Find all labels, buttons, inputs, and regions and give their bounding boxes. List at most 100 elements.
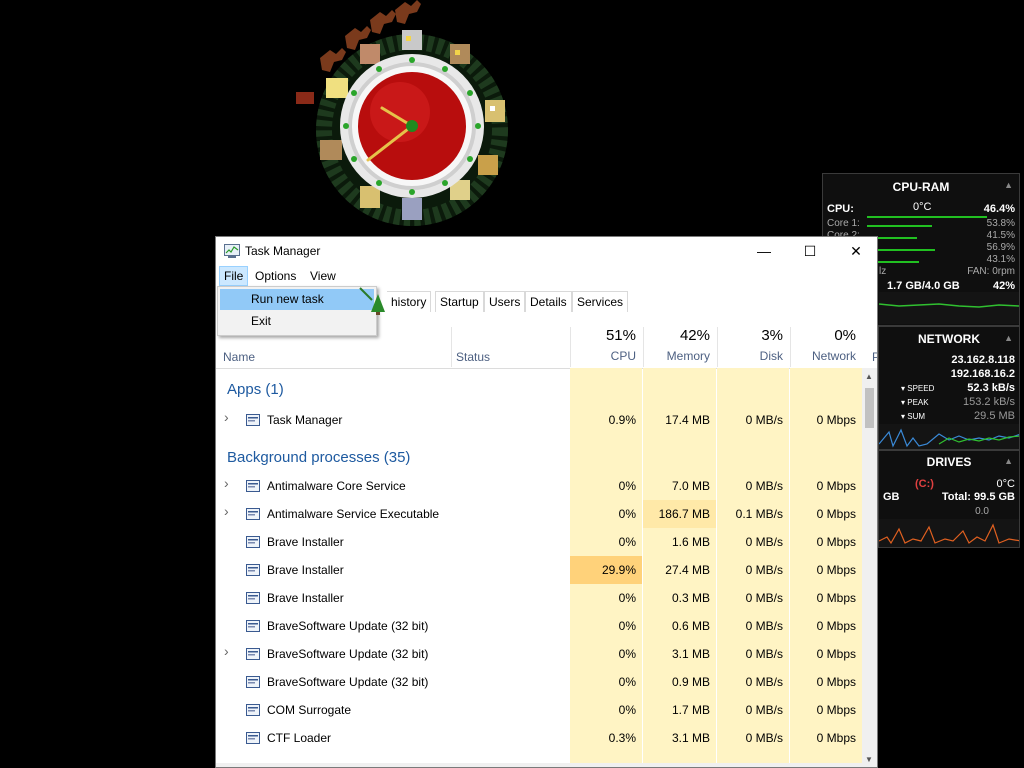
- tab-users[interactable]: Users: [484, 291, 526, 312]
- scroll-thumb[interactable]: [865, 388, 874, 428]
- tree-cursor-icon: [359, 287, 385, 315]
- network-column-header[interactable]: 0% Network: [790, 313, 862, 368]
- ram-value: 1.7 GB/4.0 GB: [887, 280, 960, 292]
- process-cpu-value: 0%: [618, 479, 636, 493]
- process-memory-value: 1.7 MB: [671, 703, 710, 717]
- exit-item[interactable]: Exit: [220, 311, 374, 332]
- collapse-icon[interactable]: ▲: [1004, 333, 1013, 343]
- title-bar[interactable]: Task Manager — ☐ ✕: [216, 237, 877, 265]
- collapse-icon[interactable]: ▲: [1004, 180, 1013, 190]
- process-icon: [246, 620, 260, 632]
- vertical-scrollbar[interactable]: ▲ ▼: [862, 368, 877, 767]
- process-network-value: 0 Mbps: [816, 591, 856, 605]
- tab-startup[interactable]: Startup: [435, 291, 484, 312]
- process-row[interactable]: › Antimalware Core Service 0% 7.0 MB 0 MB/s 0…: [216, 472, 862, 500]
- process-icon: [246, 536, 260, 548]
- process-icon: [246, 704, 260, 716]
- close-button[interactable]: ✕: [833, 237, 877, 265]
- process-icon: [246, 676, 260, 688]
- process-disk-value: 0 MB/s: [745, 647, 783, 661]
- menu-view[interactable]: View: [306, 267, 340, 285]
- process-disk-value: 0 MB/s: [745, 619, 783, 633]
- tab-details[interactable]: Details: [525, 291, 572, 312]
- cpu-value: 46.4%: [983, 203, 1015, 215]
- background-group-header: Background processes (35): [227, 449, 411, 466]
- menu-file[interactable]: File: [219, 266, 249, 286]
- process-name: Antimalware Core Service: [267, 479, 406, 493]
- process-disk-value: 0 MB/s: [745, 591, 783, 605]
- process-network-value: 0 Mbps: [816, 563, 856, 577]
- process-network-value: 0 Mbps: [816, 413, 856, 427]
- process-row[interactable]: CTF Loader 0.3% 3.1 MB 0 MB/s 0 Mbps: [216, 724, 862, 752]
- christmas-clock-gadget: [290, 0, 530, 232]
- cpu-ram-title: CPU-RAM: [892, 180, 950, 194]
- process-disk-value: 0 MB/s: [745, 535, 783, 549]
- process-name: CTF Loader: [267, 731, 332, 745]
- core1-label: Core 1:: [827, 218, 860, 229]
- process-row[interactable]: Brave Installer 0% 1.6 MB 0 MB/s 0 Mbps: [216, 528, 862, 556]
- process-row[interactable]: Brave Installer 0% 0.3 MB 0 MB/s 0 Mbps: [216, 584, 862, 612]
- disk-column-header[interactable]: 3% Disk: [717, 313, 789, 368]
- menu-options[interactable]: Options: [251, 267, 300, 285]
- scroll-up-icon[interactable]: ▲: [865, 372, 873, 381]
- process-icon: [246, 648, 260, 660]
- process-cpu-value: 0%: [618, 675, 636, 689]
- process-icon: [246, 732, 260, 744]
- process-memory-value: 186.7 MB: [658, 507, 710, 521]
- horizontal-scrollbar[interactable]: [216, 763, 862, 767]
- tab-app-history[interactable]: history: [387, 291, 432, 312]
- process-cpu-value: 0.9%: [608, 413, 636, 427]
- process-row[interactable]: Brave Installer 29.9% 27.4 MB 0 MB/s 0 Mbps: [216, 556, 862, 584]
- expand-chevron-icon[interactable]: ›: [224, 409, 229, 425]
- process-name: BraveSoftware Update (32 bit): [267, 647, 429, 661]
- cpu-column-header[interactable]: 51% CPU: [570, 313, 642, 368]
- process-row[interactable]: › Antimalware Service Executable 0% 186.7 M…: [216, 500, 862, 528]
- network-title: NETWORK: [918, 332, 980, 346]
- disk-column-label: Disk: [759, 349, 783, 363]
- process-memory-value: 0.6 MB: [671, 619, 710, 633]
- network-gadget: NETWORK ▲ 23.162.8.118 192.168.16.2 ▾ SP…: [878, 326, 1020, 450]
- process-network-value: 0 Mbps: [816, 535, 856, 549]
- file-dropdown-menu: Run new task Exit: [217, 286, 377, 336]
- maximize-button[interactable]: ☐: [787, 237, 833, 265]
- process-icon: [246, 592, 260, 604]
- process-row[interactable]: BraveSoftware Update (32 bit) 0% 0.9 MB 0 M…: [216, 668, 862, 696]
- collapse-icon[interactable]: ▲: [1004, 456, 1013, 466]
- expand-chevron-icon[interactable]: ›: [224, 475, 229, 491]
- process-disk-value: 0 MB/s: [745, 703, 783, 717]
- network-column-label: Network: [811, 349, 856, 363]
- run-new-task-item[interactable]: Run new task: [220, 289, 374, 310]
- memory-column-header[interactable]: 42% Memory: [643, 313, 716, 368]
- process-row[interactable]: BraveSoftware Update (32 bit) 0% 0.6 MB 0 M…: [216, 612, 862, 640]
- sum-label: ▾ SUM: [901, 412, 926, 421]
- process-network-value: 0 Mbps: [816, 703, 856, 717]
- process-cpu-value: 0%: [618, 703, 636, 717]
- cpu-bar: [867, 216, 987, 218]
- expand-chevron-icon[interactable]: ›: [224, 643, 229, 659]
- peak-label: ▾ PEAK: [901, 398, 929, 407]
- process-icon: [246, 480, 260, 492]
- scroll-down-icon[interactable]: ▼: [865, 755, 873, 764]
- process-row[interactable]: › BraveSoftware Update (32 bit) 0% 3.1 MB 0 …: [216, 640, 862, 668]
- core4-value: 43.1%: [986, 254, 1015, 265]
- process-name: Antimalware Service Executable: [267, 507, 440, 521]
- expand-chevron-icon[interactable]: ›: [224, 503, 229, 519]
- process-cpu-value: 0%: [618, 619, 636, 633]
- minimize-button[interactable]: —: [741, 237, 787, 265]
- process-icon: [246, 564, 260, 576]
- drive-letter: (C:): [915, 478, 934, 490]
- power-column-label[interactable]: P: [872, 350, 877, 364]
- process-name: Brave Installer: [267, 563, 344, 577]
- ram-pct: 42%: [992, 280, 1015, 292]
- process-disk-value: 0 MB/s: [745, 563, 783, 577]
- process-row[interactable]: › Task Manager 0.9% 17.4 MB 0 MB/s 0 Mbps: [216, 406, 862, 434]
- peak-value: 153.2 kB/s: [963, 396, 1015, 408]
- tab-services[interactable]: Services: [572, 291, 629, 312]
- process-name: COM Surrogate: [267, 703, 352, 717]
- process-network-value: 0 Mbps: [816, 731, 856, 745]
- status-column-header[interactable]: Status: [456, 313, 556, 368]
- process-row[interactable]: COM Surrogate 0% 1.7 MB 0 MB/s 0 Mbps: [216, 696, 862, 724]
- process-icon: [246, 414, 260, 426]
- ram-graph: [879, 292, 1019, 324]
- cpu-column-label: CPU: [610, 349, 636, 363]
